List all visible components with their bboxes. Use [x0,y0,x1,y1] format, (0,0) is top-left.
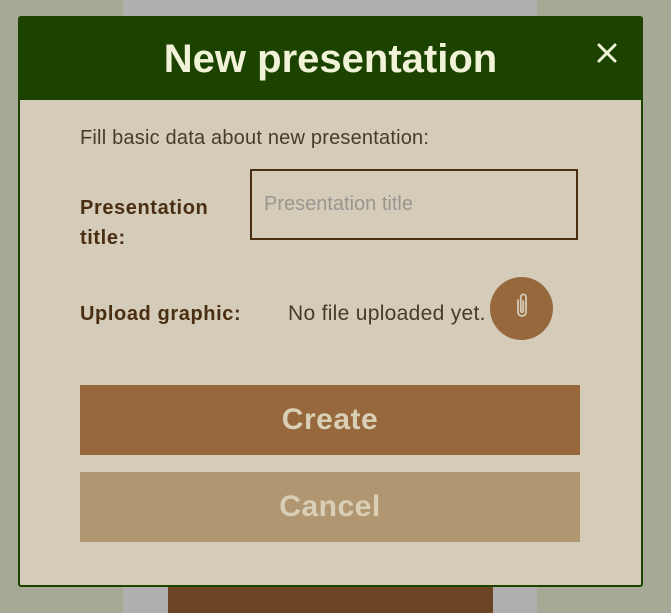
close-button[interactable] [590,36,624,70]
presentation-title-input[interactable] [250,169,578,240]
presentation-title-label: Presentation title: [80,197,209,249]
new-presentation-dialog: New presentation Fill basic data about n… [18,16,643,587]
upload-status-text: No file uploaded yet. [288,302,486,325]
dialog-header: New presentation [20,18,641,100]
background-footer-bar [168,585,493,613]
dialog-intro-text: Fill basic data about new presentation: [80,127,430,149]
create-button[interactable]: Create [80,385,580,455]
dialog-title: New presentation [163,37,498,81]
cancel-button[interactable]: Cancel [80,472,580,542]
paperclip-icon [511,291,533,326]
close-icon [590,36,624,70]
attach-file-button[interactable] [490,277,553,340]
upload-graphic-label: Upload graphic: [80,303,242,325]
